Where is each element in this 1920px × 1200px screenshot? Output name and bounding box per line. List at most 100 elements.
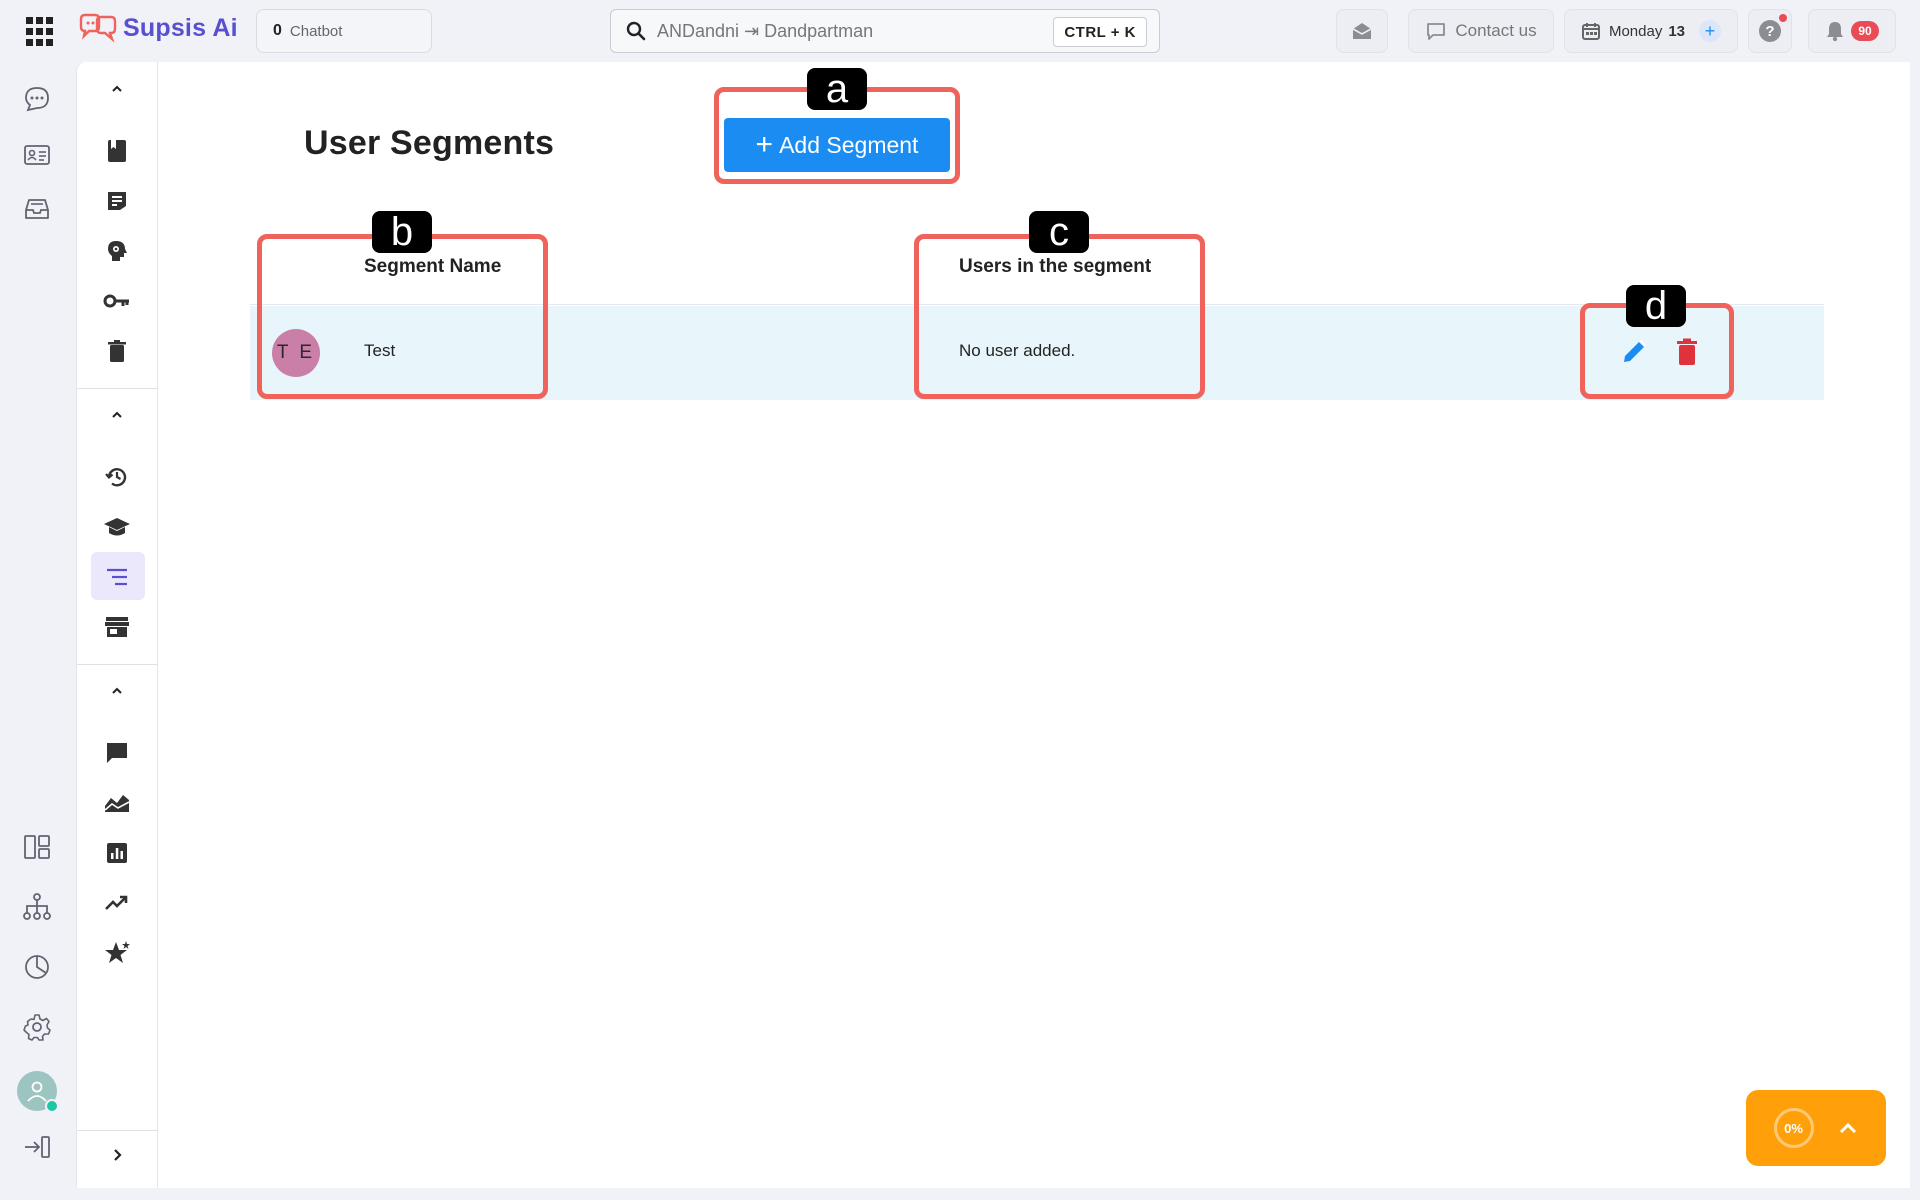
sidebar-divider [77, 664, 159, 665]
collapse-group-1[interactable] [102, 74, 132, 104]
inbox-tray-icon [25, 199, 49, 219]
graduation-cap-icon [104, 518, 130, 536]
chevron-up-icon [1839, 1122, 1856, 1134]
key-icon [103, 294, 129, 308]
rail-chats[interactable] [22, 84, 52, 114]
calendar-icon [1581, 23, 1600, 40]
id-card-icon [24, 145, 50, 165]
chatbot-count: 0 [273, 22, 282, 39]
primary-rail [0, 62, 76, 1200]
nav-user-segments[interactable] [102, 562, 132, 592]
supsis-logo-icon [79, 13, 117, 43]
rail-dashboard[interactable] [22, 832, 52, 862]
rail-contacts[interactable] [22, 140, 52, 170]
stars-icon [105, 941, 130, 963]
rail-reports[interactable] [22, 952, 52, 982]
sidebar-divider [77, 1130, 159, 1131]
contact-us-label: Contact us [1455, 21, 1537, 40]
bar-chart-icon [107, 843, 127, 863]
pie-chart-icon [25, 955, 49, 979]
storefront-icon [105, 617, 129, 637]
help-alert-dot [1779, 14, 1787, 22]
chevron-up-icon [112, 411, 122, 418]
message-square-icon [107, 743, 127, 763]
search-shortcut-hint: CTRL + K [1053, 17, 1147, 47]
top-bar: Supsis Ai 0 Chatbot CTRL + K Contact us [0, 0, 1920, 62]
chevron-right-icon [114, 1149, 122, 1161]
search-icon [626, 21, 646, 41]
area-chart-icon [104, 795, 130, 812]
expand-sidebar-button[interactable] [102, 1140, 132, 1170]
rail-user-avatar[interactable] [16, 1070, 59, 1113]
bell-icon [1827, 22, 1844, 42]
segment-list-icon [107, 568, 127, 586]
onboarding-progress-widget[interactable]: 0% [1746, 1090, 1886, 1166]
nav-area-chart[interactable] [102, 788, 132, 818]
date-day: Monday [1608, 22, 1663, 40]
nav-ai-brain[interactable] [102, 236, 132, 266]
trash-icon [108, 340, 126, 362]
progress-ring: 0% [1773, 1108, 1814, 1148]
brand-name: Supsis Ai [123, 13, 238, 42]
nav-api-keys[interactable] [102, 286, 132, 316]
annotation-box-b [257, 234, 548, 399]
inbox-button[interactable] [1336, 9, 1388, 53]
head-gear-icon [108, 241, 127, 261]
page-title: User Segments [304, 124, 555, 162]
annotation-label-c: c [1029, 211, 1089, 253]
document-lines-icon [108, 192, 126, 210]
secondary-sidebar [76, 62, 159, 1188]
help-icon: ? [1759, 14, 1787, 42]
notifications-button[interactable]: 90 [1808, 9, 1896, 53]
notification-count-badge: 90 [1851, 21, 1879, 41]
apps-grid-icon[interactable] [26, 17, 56, 47]
history-clock-icon [105, 468, 127, 487]
sidebar-divider [77, 388, 159, 389]
nav-training[interactable] [102, 512, 132, 542]
add-event-icon[interactable]: + [1699, 20, 1722, 42]
date-widget[interactable]: Monday 13 + [1564, 9, 1738, 53]
search-input[interactable] [657, 20, 1037, 42]
nav-articles[interactable] [102, 186, 132, 216]
nav-store[interactable] [102, 612, 132, 642]
rail-logout[interactable] [22, 1132, 52, 1162]
nav-trash[interactable] [102, 336, 132, 366]
nav-messages[interactable] [102, 738, 132, 768]
contact-us-button[interactable]: Contact us [1408, 9, 1554, 53]
global-search[interactable]: CTRL + K [610, 9, 1160, 53]
book-icon [108, 140, 126, 162]
nav-trends[interactable] [102, 888, 132, 918]
brand-logo[interactable]: Supsis Ai [77, 13, 238, 43]
annotation-box-c [914, 234, 1205, 399]
logout-arrow-icon [25, 1136, 50, 1158]
rail-inbox[interactable] [22, 194, 52, 224]
trending-up-icon [105, 895, 128, 910]
date-number: 13 [1668, 22, 1686, 40]
annotation-label-a: a [807, 68, 867, 110]
chat-bubble-icon [1427, 23, 1446, 40]
chat-dots-icon [25, 87, 49, 112]
user-silhouette-icon [27, 1081, 47, 1102]
page-scrollbar[interactable] [1910, 62, 1920, 1188]
mail-open-icon [1352, 23, 1372, 39]
rail-flows[interactable] [22, 892, 52, 922]
annotation-label-d: d [1626, 285, 1686, 327]
chatbot-selector[interactable]: 0 Chatbot [256, 9, 432, 53]
hierarchy-icon [23, 893, 51, 920]
chevron-up-icon [112, 687, 122, 694]
chatbot-label: Chatbot [289, 22, 343, 40]
user-avatar [17, 1071, 59, 1113]
rail-settings[interactable] [22, 1012, 52, 1042]
nav-ratings[interactable] [102, 938, 132, 968]
nav-knowledge-base[interactable] [102, 136, 132, 166]
online-status-dot [45, 1099, 59, 1113]
nav-history[interactable] [102, 462, 132, 492]
annotation-label-b: b [372, 211, 432, 253]
chevron-up-icon [112, 85, 122, 92]
collapse-group-2[interactable] [102, 400, 132, 430]
help-button[interactable]: ? [1748, 9, 1792, 53]
nav-bar-stats[interactable] [102, 838, 132, 868]
layout-panels-icon [24, 835, 50, 859]
gear-icon [23, 1014, 51, 1041]
collapse-group-3[interactable] [102, 676, 132, 706]
